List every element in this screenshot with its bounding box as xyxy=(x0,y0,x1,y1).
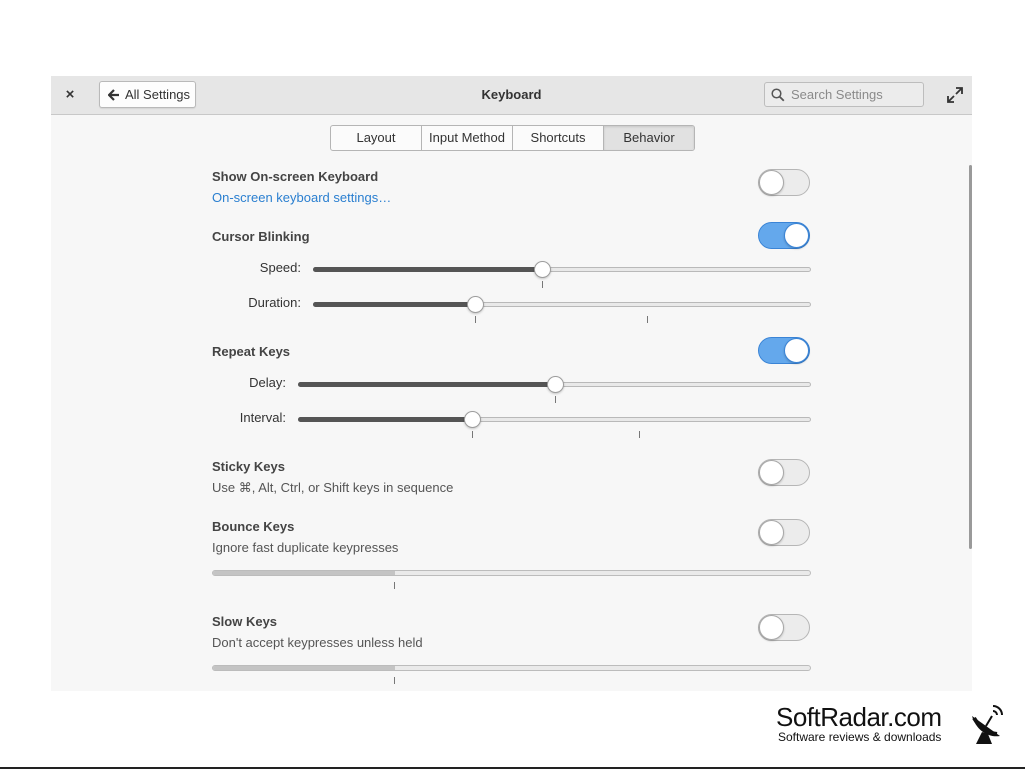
all-settings-button[interactable]: All Settings xyxy=(99,81,196,108)
slider-handle[interactable] xyxy=(534,261,551,278)
tab-input-method[interactable]: Input Method xyxy=(422,126,513,150)
switch-knob xyxy=(759,520,784,545)
watermark-subtitle: Software reviews & downloads xyxy=(778,730,942,744)
search-field[interactable] xyxy=(764,82,924,107)
delay-label: Delay: xyxy=(249,375,286,390)
slider-fill xyxy=(298,417,472,422)
repeat-keys-title: Repeat Keys xyxy=(212,344,291,359)
slider-fill xyxy=(313,267,542,272)
settings-window: × All Settings Keyboard Layout xyxy=(51,76,972,691)
tab-layout[interactable]: Layout xyxy=(331,126,422,150)
search-icon xyxy=(771,87,785,101)
slider-mark xyxy=(475,316,476,323)
watermark-title: SoftRadar.com xyxy=(776,702,942,732)
slider-mark xyxy=(472,431,473,438)
softradar-watermark: SoftRadar.com Software reviews & downloa… xyxy=(776,702,1006,748)
onscreen-keyboard-settings-link[interactable]: On-screen keyboard settings… xyxy=(212,190,391,205)
slow-keys-description: Don't accept keypresses unless held xyxy=(212,635,423,650)
slider-handle[interactable] xyxy=(547,376,564,393)
bounce-keys-mark xyxy=(394,582,395,589)
delay-slider[interactable] xyxy=(298,376,811,403)
duration-slider[interactable] xyxy=(313,296,811,323)
screenshot-page: × All Settings Keyboard Layout xyxy=(0,0,1025,769)
slow-keys-title: Slow Keys xyxy=(212,614,278,629)
duration-label: Duration: xyxy=(248,295,301,310)
onscreen-keyboard-title: Show On-screen Keyboard xyxy=(212,169,379,184)
slow-keys-level[interactable] xyxy=(212,665,811,671)
slider-mark xyxy=(647,316,648,323)
switch-knob xyxy=(759,170,784,195)
interval-label: Interval: xyxy=(239,410,286,425)
slow-keys-mark xyxy=(394,677,395,684)
switch-knob xyxy=(784,223,809,248)
cursor-blinking-switch[interactable] xyxy=(758,222,810,249)
sticky-keys-switch[interactable] xyxy=(758,459,810,486)
slider-mark xyxy=(555,396,556,403)
cursor-blinking-title: Cursor Blinking xyxy=(212,229,310,244)
switch-knob xyxy=(759,615,784,640)
slow-keys-switch[interactable] xyxy=(758,614,810,641)
titlebar: × All Settings Keyboard xyxy=(51,76,972,115)
switch-knob xyxy=(759,460,784,485)
search-input[interactable] xyxy=(791,87,916,102)
bounce-keys-switch[interactable] xyxy=(758,519,810,546)
slider-handle[interactable] xyxy=(467,296,484,313)
scrollbar[interactable] xyxy=(969,165,972,549)
close-icon: × xyxy=(65,86,75,103)
slider-fill xyxy=(298,382,555,387)
switch-knob xyxy=(784,338,809,363)
level-fill xyxy=(213,666,396,670)
sticky-keys-title: Sticky Keys xyxy=(212,459,285,474)
speed-label: Speed: xyxy=(259,260,301,275)
onscreen-keyboard-switch[interactable] xyxy=(758,169,810,196)
speed-slider[interactable] xyxy=(313,261,811,288)
slider-handle[interactable] xyxy=(464,411,481,428)
close-button[interactable]: × xyxy=(60,85,80,105)
interval-slider[interactable] xyxy=(298,411,811,438)
satellite-dish-icon xyxy=(972,705,1003,744)
all-settings-label: All Settings xyxy=(125,87,191,102)
repeat-keys-switch[interactable] xyxy=(758,337,810,364)
tab-shortcuts[interactable]: Shortcuts xyxy=(513,126,604,150)
expand-icon[interactable] xyxy=(946,86,964,104)
tab-behavior[interactable]: Behavior xyxy=(604,126,694,150)
sticky-keys-description: Use ⌘, Alt, Ctrl, or Shift keys in seque… xyxy=(212,480,454,495)
slider-mark xyxy=(639,431,640,438)
level-fill xyxy=(213,571,396,575)
tab-bar: Layout Input Method Shortcuts Behavior xyxy=(330,125,695,151)
bounce-keys-description: Ignore fast duplicate keypresses xyxy=(212,540,399,555)
arrow-left-icon xyxy=(108,88,119,101)
bounce-keys-title: Bounce Keys xyxy=(212,519,295,534)
slider-fill xyxy=(313,302,475,307)
slider-mark xyxy=(542,281,543,288)
bounce-keys-level[interactable] xyxy=(212,570,811,576)
